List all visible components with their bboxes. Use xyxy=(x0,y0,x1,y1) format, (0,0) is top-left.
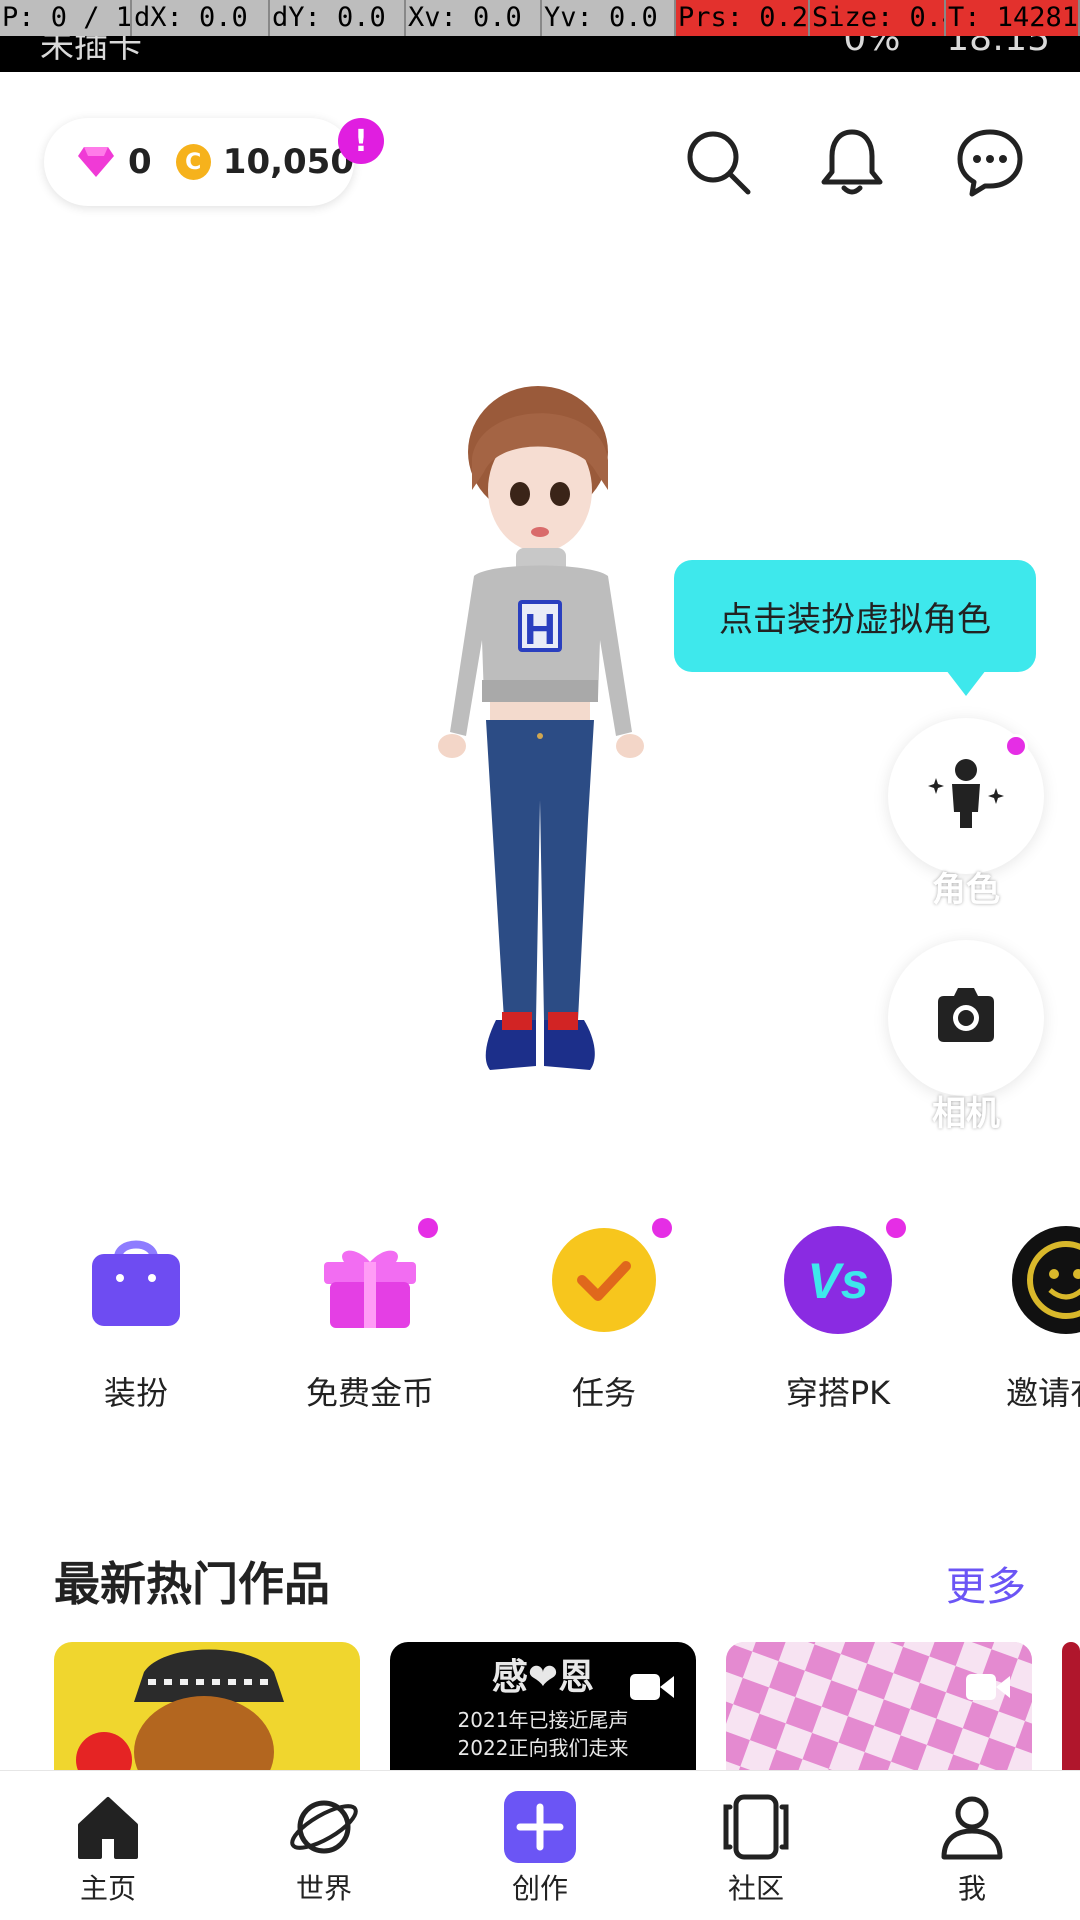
avatar-figure[interactable]: H xyxy=(420,380,660,1100)
check-circle-icon xyxy=(548,1224,660,1336)
character-label: 角色 xyxy=(932,870,1000,910)
bell-icon[interactable] xyxy=(816,126,888,198)
community-icon xyxy=(720,1791,792,1863)
debug-dx: dX: 0.0 xyxy=(132,0,270,36)
work-card-2[interactable]: 感❤恩 2021年已接近尾声 2022正向我们走来 xyxy=(390,1642,696,1772)
nav-world[interactable]: 世界 xyxy=(254,1791,394,1907)
invite-icon xyxy=(1010,1224,1080,1336)
section-title: 最新热门作品 xyxy=(54,1557,330,1611)
quick-action-outfit-pk[interactable]: Vs 穿搭PK xyxy=(748,1224,928,1414)
nav-me[interactable]: 我 xyxy=(902,1791,1042,1907)
quick-action-label: 装扮 xyxy=(103,1374,168,1412)
search-icon[interactable] xyxy=(682,126,754,198)
nav-community[interactable]: 社区 xyxy=(686,1791,826,1907)
diamond-icon xyxy=(78,147,114,177)
tooltip-bubble[interactable]: 点击装扮虚拟角色 xyxy=(674,560,1036,672)
nav-label: 创作 xyxy=(511,1872,568,1905)
tasks-badge-dot xyxy=(652,1218,672,1238)
nav-label: 世界 xyxy=(295,1872,352,1905)
tooltip-tail xyxy=(946,670,986,696)
quick-action-label: 邀请有 xyxy=(1006,1374,1080,1412)
debug-size: Size: 0.40 xyxy=(810,0,946,36)
nav-label: 社区 xyxy=(727,1872,784,1905)
quick-action-label: 任务 xyxy=(571,1374,636,1412)
debug-overlay: P: 0 / 1 dX: 0.0 dY: 0.0 Xv: 0.0 Yv: 0.0… xyxy=(0,0,1080,36)
quick-action-dressup[interactable]: 装扮 xyxy=(46,1224,226,1414)
planet-icon xyxy=(288,1791,360,1863)
work-card-3[interactable] xyxy=(726,1642,1032,1772)
debug-xv: Xv: 0.0 xyxy=(406,0,542,36)
vs-icon: Vs xyxy=(782,1224,894,1336)
free-coins-badge-dot xyxy=(418,1218,438,1238)
currency-pill[interactable]: 0 C 10,050 xyxy=(44,118,354,206)
debug-dy: dY: 0.0 xyxy=(270,0,406,36)
gem-count: 0 xyxy=(128,142,152,182)
quick-action-tasks[interactable]: 任务 xyxy=(514,1224,694,1414)
quick-action-free-coins[interactable]: 免费金币 xyxy=(280,1224,460,1414)
more-link[interactable]: 更多 xyxy=(946,1554,1026,1612)
work-card-1[interactable] xyxy=(54,1642,360,1772)
quick-action-invite[interactable]: 邀请有 xyxy=(982,1224,1080,1414)
character-icon xyxy=(926,754,1006,838)
character-badge-dot xyxy=(1004,734,1028,758)
card-line-1: 2021年已接近尾声 xyxy=(457,1708,629,1732)
alert-badge[interactable]: ! xyxy=(338,118,384,164)
bottom-nav: 主页 世界 创作 社区 我 xyxy=(0,1770,1080,1920)
nav-create[interactable]: 创作 xyxy=(470,1791,610,1907)
video-icon xyxy=(630,1672,674,1706)
nav-home[interactable]: 主页 xyxy=(38,1791,178,1907)
camera-button[interactable] xyxy=(888,940,1044,1096)
debug-p: P: 0 / 1 xyxy=(0,0,132,36)
debug-t: T: 142813 xyxy=(946,0,1080,36)
nav-label: 主页 xyxy=(79,1872,136,1905)
coin-count: 10,050 xyxy=(222,142,354,182)
quick-action-label: 穿搭PK xyxy=(785,1374,891,1412)
debug-yv: Yv: 0.0 xyxy=(542,0,676,36)
debug-prs: Prs: 0.20 xyxy=(676,0,810,36)
outfit-pk-badge-dot xyxy=(886,1218,906,1238)
nav-label: 我 xyxy=(957,1872,986,1905)
chat-icon[interactable] xyxy=(954,126,1026,198)
coin-icon: C xyxy=(175,144,211,180)
video-icon xyxy=(966,1672,1010,1706)
profile-icon xyxy=(936,1791,1008,1863)
sweater-letter: H xyxy=(524,605,556,654)
vs-text: Vs xyxy=(807,1253,868,1309)
card-line-2: 2022正向我们走来 xyxy=(457,1736,629,1760)
work-card-4[interactable] xyxy=(1062,1642,1080,1772)
shopping-bag-icon xyxy=(80,1224,192,1336)
quick-action-label: 免费金币 xyxy=(305,1374,434,1412)
camera-icon xyxy=(930,980,1002,1056)
gift-icon xyxy=(314,1224,426,1336)
camera-label: 相机 xyxy=(932,1094,1000,1134)
plus-icon xyxy=(504,1791,576,1863)
home-icon xyxy=(72,1791,144,1863)
